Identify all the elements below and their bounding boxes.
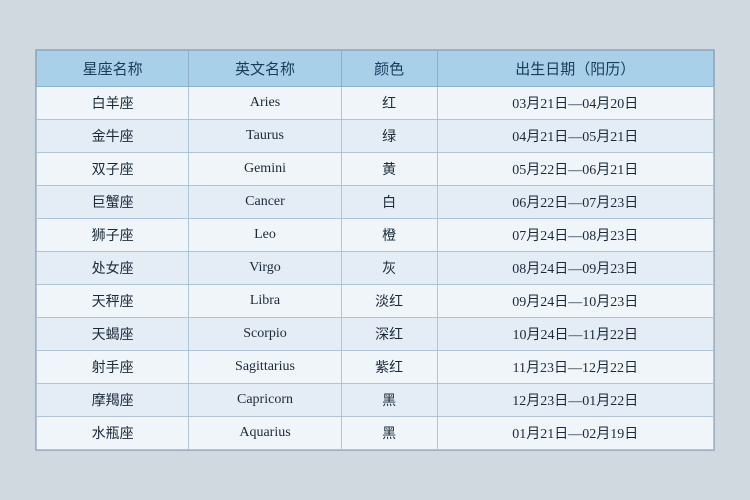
cell-dates: 01月21日—02月19日 — [437, 417, 713, 450]
zodiac-table: 星座名称 英文名称 颜色 出生日期（阳历） 白羊座Aries红03月21日—04… — [36, 50, 714, 450]
cell-english-name: Aquarius — [189, 417, 341, 450]
table-body: 白羊座Aries红03月21日—04月20日金牛座Taurus绿04月21日—0… — [37, 87, 714, 450]
cell-chinese-name: 射手座 — [37, 351, 189, 384]
header-chinese-name: 星座名称 — [37, 51, 189, 87]
cell-english-name: Sagittarius — [189, 351, 341, 384]
cell-english-name: Leo — [189, 219, 341, 252]
cell-chinese-name: 金牛座 — [37, 120, 189, 153]
cell-dates: 11月23日—12月22日 — [437, 351, 713, 384]
header-color: 颜色 — [341, 51, 437, 87]
header-dates: 出生日期（阳历） — [437, 51, 713, 87]
cell-color: 黑 — [341, 417, 437, 450]
cell-english-name: Virgo — [189, 252, 341, 285]
cell-color: 紫红 — [341, 351, 437, 384]
cell-color: 白 — [341, 186, 437, 219]
cell-dates: 07月24日—08月23日 — [437, 219, 713, 252]
cell-color: 绿 — [341, 120, 437, 153]
cell-color: 橙 — [341, 219, 437, 252]
cell-english-name: Libra — [189, 285, 341, 318]
table-row: 巨蟹座Cancer白06月22日—07月23日 — [37, 186, 714, 219]
table-row: 双子座Gemini黄05月22日—06月21日 — [37, 153, 714, 186]
cell-chinese-name: 天秤座 — [37, 285, 189, 318]
cell-dates: 03月21日—04月20日 — [437, 87, 713, 120]
cell-dates: 12月23日—01月22日 — [437, 384, 713, 417]
header-english-name: 英文名称 — [189, 51, 341, 87]
table-row: 狮子座Leo橙07月24日—08月23日 — [37, 219, 714, 252]
cell-english-name: Capricorn — [189, 384, 341, 417]
zodiac-table-wrapper: 星座名称 英文名称 颜色 出生日期（阳历） 白羊座Aries红03月21日—04… — [35, 49, 715, 451]
table-row: 摩羯座Capricorn黑12月23日—01月22日 — [37, 384, 714, 417]
table-row: 处女座Virgo灰08月24日—09月23日 — [37, 252, 714, 285]
cell-english-name: Aries — [189, 87, 341, 120]
cell-english-name: Scorpio — [189, 318, 341, 351]
cell-chinese-name: 狮子座 — [37, 219, 189, 252]
cell-color: 黑 — [341, 384, 437, 417]
table-header-row: 星座名称 英文名称 颜色 出生日期（阳历） — [37, 51, 714, 87]
cell-chinese-name: 白羊座 — [37, 87, 189, 120]
cell-color: 深红 — [341, 318, 437, 351]
cell-color: 红 — [341, 87, 437, 120]
table-row: 射手座Sagittarius紫红11月23日—12月22日 — [37, 351, 714, 384]
cell-english-name: Gemini — [189, 153, 341, 186]
cell-chinese-name: 处女座 — [37, 252, 189, 285]
table-row: 天秤座Libra淡红09月24日—10月23日 — [37, 285, 714, 318]
table-row: 天蝎座Scorpio深红10月24日—11月22日 — [37, 318, 714, 351]
cell-color: 黄 — [341, 153, 437, 186]
cell-dates: 06月22日—07月23日 — [437, 186, 713, 219]
cell-chinese-name: 双子座 — [37, 153, 189, 186]
cell-color: 灰 — [341, 252, 437, 285]
table-row: 金牛座Taurus绿04月21日—05月21日 — [37, 120, 714, 153]
cell-dates: 10月24日—11月22日 — [437, 318, 713, 351]
table-row: 水瓶座Aquarius黑01月21日—02月19日 — [37, 417, 714, 450]
table-row: 白羊座Aries红03月21日—04月20日 — [37, 87, 714, 120]
cell-dates: 08月24日—09月23日 — [437, 252, 713, 285]
cell-chinese-name: 巨蟹座 — [37, 186, 189, 219]
cell-chinese-name: 天蝎座 — [37, 318, 189, 351]
cell-dates: 09月24日—10月23日 — [437, 285, 713, 318]
cell-dates: 04月21日—05月21日 — [437, 120, 713, 153]
cell-chinese-name: 摩羯座 — [37, 384, 189, 417]
cell-english-name: Cancer — [189, 186, 341, 219]
cell-dates: 05月22日—06月21日 — [437, 153, 713, 186]
cell-english-name: Taurus — [189, 120, 341, 153]
cell-chinese-name: 水瓶座 — [37, 417, 189, 450]
cell-color: 淡红 — [341, 285, 437, 318]
